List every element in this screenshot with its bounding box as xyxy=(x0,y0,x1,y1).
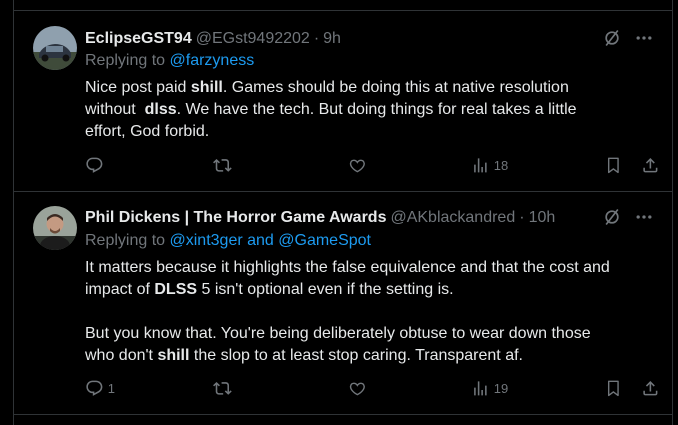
action-bar: 18 xyxy=(85,156,665,180)
share-button[interactable] xyxy=(641,379,660,398)
share-icon xyxy=(643,158,658,173)
grok-icon[interactable] xyxy=(602,207,622,227)
action-bar: 1 19 xyxy=(85,379,665,403)
views-icon xyxy=(474,158,487,173)
user-handle[interactable]: @EGst9492202 xyxy=(196,30,310,48)
replying-to-label: Replying to xyxy=(85,232,166,249)
repost-button[interactable] xyxy=(213,156,232,175)
post-2[interactable]: Phil Dickens | The Horror Game Awards @A… xyxy=(14,192,672,414)
more-icon[interactable] xyxy=(634,28,654,48)
separator-dot: · xyxy=(313,30,320,47)
post-header: Phil Dickens | The Horror Game Awards @A… xyxy=(85,208,555,228)
timestamp[interactable]: 10h xyxy=(529,209,556,227)
post-corner-actions xyxy=(602,207,654,227)
bookmark-icon xyxy=(607,380,619,397)
reply-icon xyxy=(86,157,103,173)
share-icon xyxy=(643,381,658,396)
user-handle[interactable]: @AKblackandred xyxy=(390,209,515,227)
views-button[interactable]: 18 xyxy=(471,156,508,175)
timestamp[interactable]: 9h xyxy=(323,30,341,48)
reply-button[interactable]: 1 xyxy=(85,379,115,398)
repost-icon xyxy=(213,159,232,172)
replying-to-label: Replying to xyxy=(85,52,166,69)
avatar[interactable] xyxy=(33,26,77,70)
reply-button[interactable] xyxy=(85,156,108,175)
post-text: It matters because it highlights the fal… xyxy=(85,259,610,364)
like-icon xyxy=(349,159,365,173)
avatar[interactable] xyxy=(33,206,77,250)
bookmark-button[interactable] xyxy=(604,156,623,175)
bookmark-button[interactable] xyxy=(604,379,623,398)
display-name[interactable]: Phil Dickens | The Horror Game Awards xyxy=(85,209,386,227)
reply-icon xyxy=(86,380,103,396)
repost-icon xyxy=(213,382,232,395)
replying-to: Replying to @farzyness xyxy=(85,52,254,70)
like-button[interactable] xyxy=(348,379,367,398)
post-1[interactable]: EclipseGST94 @EGst9492202 · 9h Replying … xyxy=(14,11,672,191)
post-text: Nice post paid shill. Games should be do… xyxy=(85,79,577,140)
mention-link[interactable]: @xint3ger and @GameSpot xyxy=(170,232,371,249)
views-button[interactable]: 19 xyxy=(471,379,508,398)
like-button[interactable] xyxy=(348,156,367,175)
divider xyxy=(14,414,672,415)
repost-button[interactable] xyxy=(213,379,232,398)
replying-to: Replying to @xint3ger and @GameSpot xyxy=(85,232,371,250)
mention-link[interactable]: @farzyness xyxy=(170,52,255,69)
post-header: EclipseGST94 @EGst9492202 · 9h xyxy=(85,29,341,49)
views-icon xyxy=(474,381,487,396)
grok-icon[interactable] xyxy=(602,28,622,48)
separator-dot: · xyxy=(519,209,525,226)
timeline-column: EclipseGST94 @EGst9492202 · 9h Replying … xyxy=(13,0,673,425)
post-corner-actions xyxy=(602,28,654,48)
like-icon xyxy=(349,382,365,396)
display-name[interactable]: EclipseGST94 xyxy=(85,30,192,48)
bookmark-icon xyxy=(607,157,619,174)
more-icon[interactable] xyxy=(634,207,654,227)
share-button[interactable] xyxy=(641,156,660,175)
